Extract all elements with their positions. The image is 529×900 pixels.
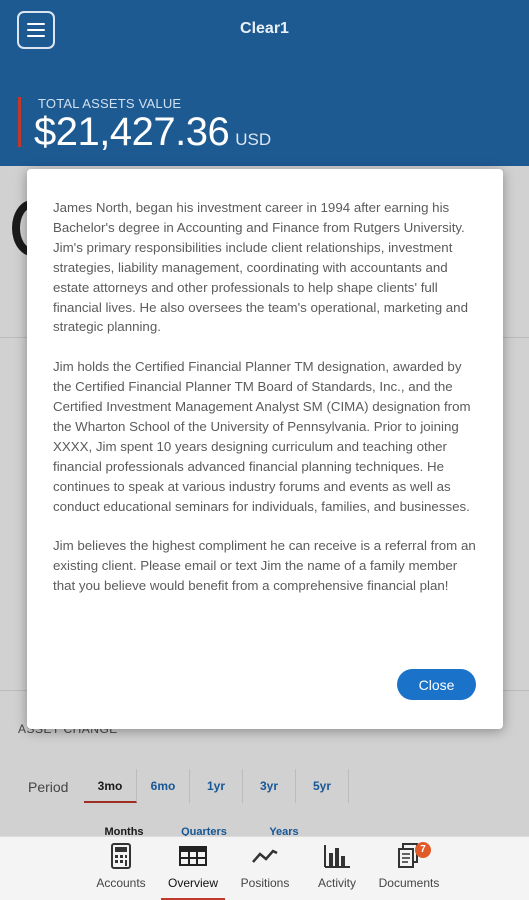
- nav-accounts[interactable]: Accounts: [85, 837, 157, 900]
- total-assets-value: $21,427.36 USD: [34, 110, 271, 155]
- nav-documents[interactable]: 7 Documents: [373, 837, 445, 900]
- total-assets-currency: USD: [235, 130, 272, 149]
- nav-overview[interactable]: Overview: [157, 837, 229, 900]
- line-chart-icon: [251, 843, 279, 869]
- grid-table-icon: [179, 843, 207, 869]
- bar-chart-icon: [323, 843, 351, 869]
- close-button[interactable]: Close: [397, 669, 476, 700]
- modal-body: James North, began his investment career…: [53, 198, 483, 616]
- bio-paragraph-2: Jim holds the Certified Financial Planne…: [53, 359, 471, 514]
- bio-paragraph-3: Jim believes the highest compliment he c…: [53, 538, 476, 594]
- total-assets-label: TOTAL ASSETS VALUE: [38, 96, 182, 111]
- nav-activity[interactable]: Activity: [301, 837, 373, 900]
- app-title: Clear1: [240, 20, 289, 37]
- assets-accent-bar: [18, 97, 21, 147]
- nav-overview-label: Overview: [167, 876, 218, 890]
- app-header: Clear1 TOTAL ASSETS VALUE $21,427.36 USD: [0, 0, 529, 166]
- calculator-icon: [107, 843, 135, 869]
- documents-badge: 7: [415, 842, 431, 858]
- nav-positions-label: Positions: [240, 876, 290, 890]
- advisor-bio-modal: James North, began his investment career…: [27, 169, 503, 729]
- bio-paragraph-1: James North, began his investment career…: [53, 200, 468, 335]
- total-assets-amount: $21,427.36: [34, 110, 230, 154]
- nav-accounts-label: Accounts: [96, 876, 146, 890]
- bottom-nav: Accounts Overview Positions Activity 7 D…: [0, 836, 529, 900]
- nav-documents-label: Documents: [378, 876, 440, 890]
- nav-activity-label: Activity: [317, 876, 356, 890]
- nav-positions[interactable]: Positions: [229, 837, 301, 900]
